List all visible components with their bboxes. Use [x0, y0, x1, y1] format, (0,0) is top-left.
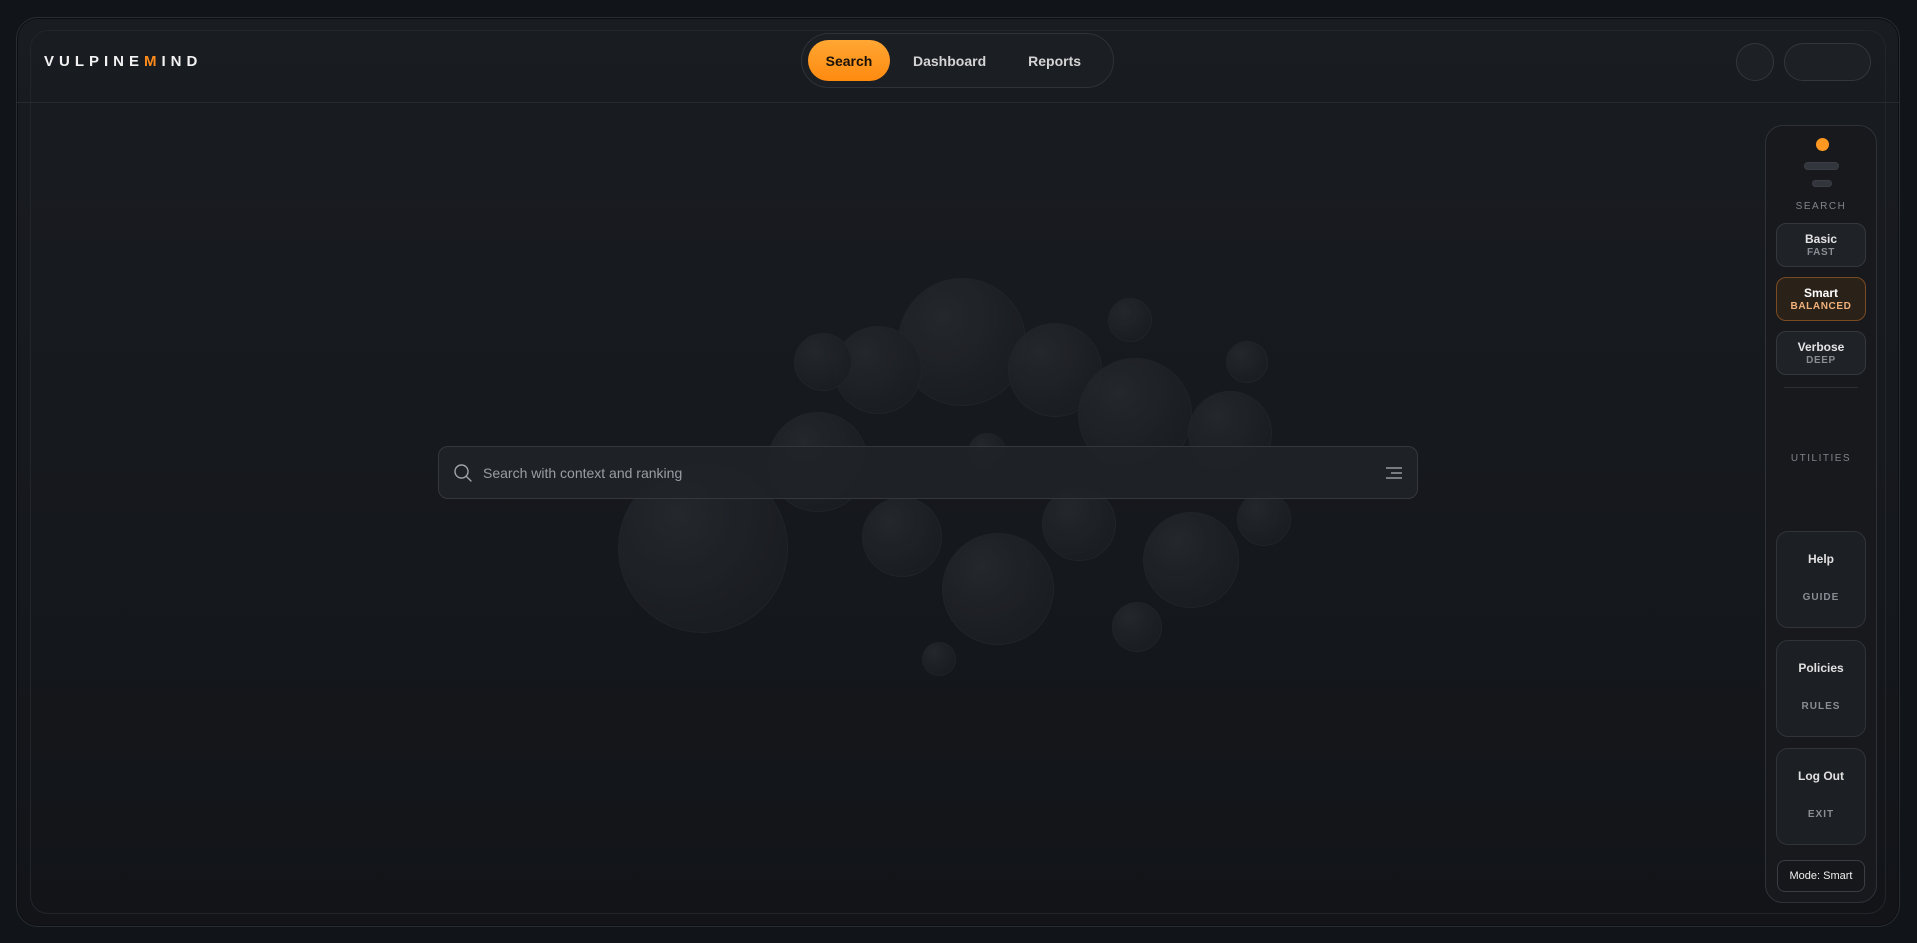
mode-title: Verbose: [1797, 340, 1845, 354]
policies-title: Policies: [1798, 661, 1844, 675]
tab-search[interactable]: Search: [808, 40, 890, 81]
mode-basic-button[interactable]: Basic FAST: [1776, 223, 1866, 267]
mode-subtitle: FAST: [1807, 247, 1835, 258]
policies-subtitle: RULES: [1801, 701, 1841, 712]
filter-lines-icon[interactable]: [1385, 465, 1403, 481]
brand-name-accent: M: [144, 53, 162, 70]
policies-button[interactable]: Policies RULES: [1776, 640, 1866, 737]
search-section-label: SEARCH: [1795, 201, 1847, 212]
mode-status-badge: Mode: Smart: [1777, 860, 1865, 892]
mode-smart-button[interactable]: Smart BALANCED: [1776, 277, 1866, 321]
mode-title: Smart: [1803, 286, 1838, 300]
sidebar-handle-bar-small: [1812, 180, 1832, 187]
log-out-subtitle: EXIT: [1807, 809, 1835, 820]
brand-name-part2: IND: [161, 53, 203, 70]
mode-verbose-button[interactable]: Verbose DEEP: [1776, 331, 1866, 375]
status-dot-icon: [1816, 138, 1829, 151]
utilities-section-label: UTILITIES: [1790, 453, 1852, 464]
right-sidebar: SEARCH Basic FAST Smart BALANCED Verbose…: [1765, 125, 1877, 903]
help-button[interactable]: Help GUIDE: [1776, 531, 1866, 628]
brand-name-part1: VULPINE: [44, 53, 145, 70]
sidebar-handle-bar: [1804, 162, 1839, 170]
account-pill-button[interactable]: [1784, 43, 1871, 81]
mode-subtitle: DEEP: [1806, 355, 1836, 366]
help-subtitle: GUIDE: [1802, 592, 1840, 603]
sidebar-divider: [1784, 387, 1858, 388]
brand-logo: VULPINEMIND: [44, 53, 202, 70]
tab-dashboard[interactable]: Dashboard: [894, 40, 1005, 81]
search-icon: [454, 463, 472, 482]
tab-reports[interactable]: Reports: [1009, 40, 1100, 81]
help-title: Help: [1807, 552, 1834, 566]
log-out-button[interactable]: Log Out EXIT: [1776, 748, 1866, 845]
search-bar: [438, 446, 1418, 499]
user-avatar-button[interactable]: [1736, 43, 1774, 81]
main-nav: Search Dashboard Reports: [801, 33, 1114, 88]
mode-subtitle: BALANCED: [1790, 301, 1852, 312]
log-out-title: Log Out: [1798, 769, 1844, 783]
mode-title: Basic: [1804, 232, 1838, 246]
search-input[interactable]: [483, 464, 1385, 481]
